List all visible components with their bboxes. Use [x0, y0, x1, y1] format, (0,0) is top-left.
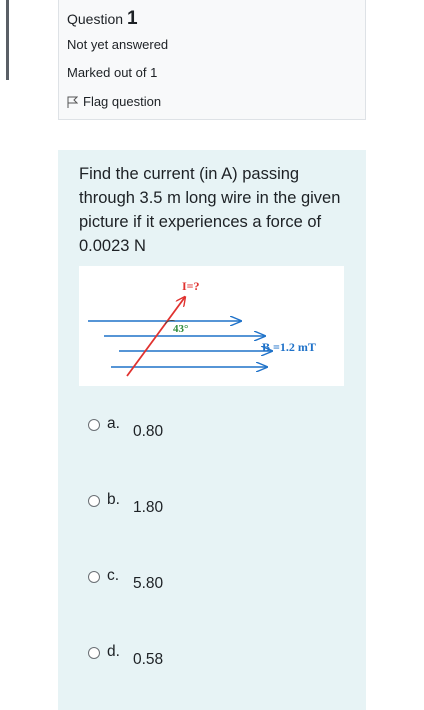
answer-radio[interactable]	[88, 647, 100, 659]
question-label: Question	[67, 11, 124, 27]
answer-value: 5.80	[133, 575, 164, 592]
answer-value: 1.80	[133, 499, 164, 516]
question-info-panel: Question 1 Not yet answered Marked out o…	[58, 0, 366, 120]
question-title: Question 1	[67, 8, 138, 30]
answer-radio[interactable]	[88, 571, 100, 583]
answer-letter: a.	[107, 415, 120, 432]
current-label: I=?	[182, 279, 200, 293]
angle-label: 43°	[173, 323, 188, 335]
flag-question-link[interactable]: Flag question	[67, 94, 161, 109]
field-label: B =1.2 mT	[262, 340, 316, 354]
answer-radio[interactable]	[88, 495, 100, 507]
answer-option-c[interactable]: c. 5.80	[88, 567, 163, 593]
answer-option-b[interactable]: b. 1.80	[88, 491, 163, 517]
question-text: Find the current (in A) passing through …	[79, 165, 341, 255]
answer-status: Not yet answered	[67, 37, 169, 52]
flag-question-label: Flag question	[83, 94, 162, 109]
marks-info: Marked out of 1	[67, 65, 158, 80]
answer-value: 0.80	[133, 423, 164, 440]
answer-letter: d.	[107, 643, 120, 660]
question-nav-indicator	[6, 0, 9, 80]
wire-field-diagram: I=? 43° B =1.2 mT	[88, 279, 316, 377]
answer-option-a[interactable]: a. 0.80	[88, 415, 163, 441]
question-figure: I=? 43° B =1.2 mT	[79, 266, 344, 386]
answer-option-d[interactable]: d. 0.58	[88, 643, 163, 669]
answer-letter: b.	[107, 491, 120, 508]
answer-value: 0.58	[133, 651, 164, 668]
answer-letter: c.	[107, 567, 120, 584]
question-content: Find the current (in A) passing through …	[58, 150, 366, 710]
flag-icon	[67, 96, 78, 108]
question-number: 1	[126, 8, 138, 29]
answer-radio[interactable]	[88, 419, 100, 431]
